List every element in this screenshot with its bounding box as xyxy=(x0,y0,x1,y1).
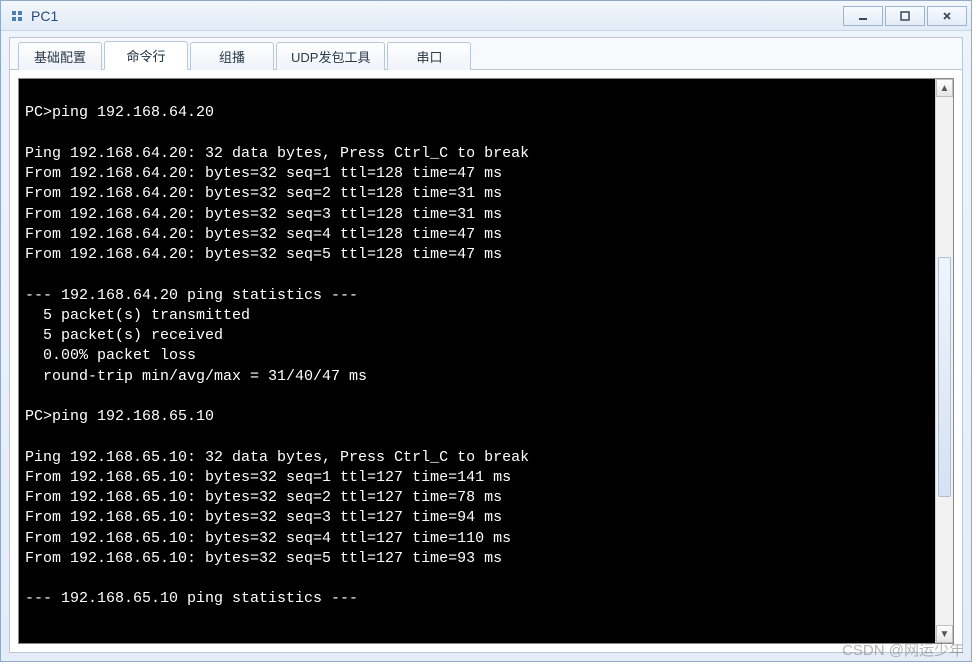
titlebar[interactable]: PC1 xyxy=(1,1,971,31)
app-window: PC1 基础配置 命令行 组播 UDP发包工具 串口 PC>ping 192.1… xyxy=(0,0,972,662)
minimize-button[interactable] xyxy=(843,6,883,26)
scroll-down-icon[interactable]: ▼ xyxy=(936,625,953,643)
window-controls xyxy=(843,6,967,26)
app-icon xyxy=(9,8,25,24)
tab-udp-tool[interactable]: UDP发包工具 xyxy=(276,42,385,70)
terminal-container: PC>ping 192.168.64.20 Ping 192.168.64.20… xyxy=(18,78,954,644)
close-button[interactable] xyxy=(927,6,967,26)
tab-basic-config[interactable]: 基础配置 xyxy=(18,42,102,70)
maximize-button[interactable] xyxy=(885,6,925,26)
scrollbar[interactable]: ▲ ▼ xyxy=(935,79,953,643)
client-area: 基础配置 命令行 组播 UDP发包工具 串口 PC>ping 192.168.6… xyxy=(9,37,963,653)
scroll-track[interactable] xyxy=(936,97,953,625)
terminal-output[interactable]: PC>ping 192.168.64.20 Ping 192.168.64.20… xyxy=(19,79,935,643)
tab-multicast[interactable]: 组播 xyxy=(190,42,274,70)
tab-bar: 基础配置 命令行 组播 UDP发包工具 串口 xyxy=(10,38,962,70)
scroll-up-icon[interactable]: ▲ xyxy=(936,79,953,97)
scroll-thumb[interactable] xyxy=(938,257,951,497)
window-title: PC1 xyxy=(31,8,843,24)
tab-serial[interactable]: 串口 xyxy=(387,42,471,70)
tab-command-line[interactable]: 命令行 xyxy=(104,41,188,70)
